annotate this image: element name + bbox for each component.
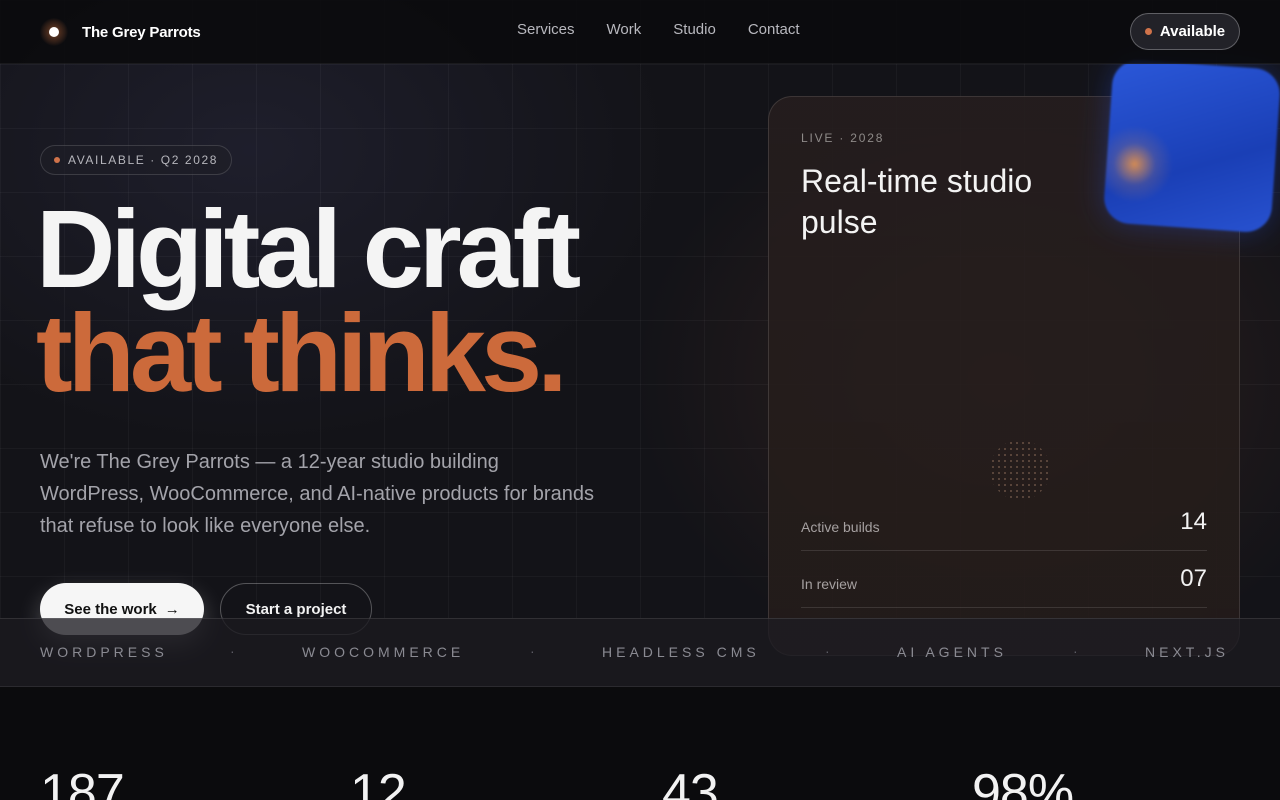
- tech-item: NEXT.JS: [1145, 644, 1230, 660]
- start-project-label: Start a project: [245, 600, 347, 618]
- availability-badge-label: AVAILABLE · Q2 2028: [68, 153, 219, 167]
- nav-link-studio[interactable]: Studio: [673, 21, 716, 38]
- see-the-work-label: See the work: [64, 600, 157, 618]
- arrow-right-icon: →: [164, 600, 180, 618]
- tech-separator: ·: [530, 643, 535, 659]
- card-title: Real-time studio pulse: [801, 163, 1033, 240]
- stat-label: Active builds: [801, 519, 880, 535]
- availability-label: Available: [1159, 23, 1226, 40]
- stat-number: 12: [350, 764, 407, 800]
- tech-separator: ·: [1073, 643, 1078, 659]
- tech-separator: ·: [230, 643, 235, 659]
- blue-blob-decoration: [1102, 58, 1280, 234]
- stat-row-active-builds: Active builds 14: [801, 495, 1207, 551]
- availability-button[interactable]: Available: [1130, 13, 1240, 50]
- tech-item: AI AGENTS: [897, 644, 1007, 660]
- stats-section: 187 12 43 98%: [0, 687, 1280, 800]
- tech-item: WORDPRESS: [40, 644, 168, 660]
- nav-link-contact[interactable]: Contact: [748, 21, 800, 38]
- tech-separator: ·: [825, 643, 830, 659]
- nav-links: Services Work Studio Contact: [517, 21, 800, 38]
- stat-value: 07: [1180, 565, 1207, 592]
- brand-name: The Grey Parrots: [82, 23, 201, 41]
- hero-description: We're The Grey Parrots — a 12-year studi…: [40, 451, 594, 537]
- status-dot-icon: [1144, 28, 1152, 35]
- particle-decoration: [990, 440, 1050, 500]
- stat-number: 43: [662, 764, 719, 800]
- stat-value: 14: [1180, 508, 1207, 535]
- top-navigation: The Grey Parrots Services Work Studio Co…: [0, 0, 1280, 64]
- tech-item: WOOCOMMERCE: [302, 644, 465, 660]
- stat-row-in-review: In review 07: [801, 552, 1207, 608]
- hero-headline: Digital craft that thinks.: [36, 188, 581, 415]
- tech-marquee: WORDPRESS · WOOCOMMERCE · HEADLESS CMS ·…: [0, 618, 1280, 687]
- status-dot-icon: [54, 157, 60, 163]
- nav-link-services[interactable]: Services: [517, 21, 575, 38]
- tech-item: HEADLESS CMS: [602, 644, 760, 660]
- stat-label: In review: [801, 576, 858, 592]
- nav-link-work[interactable]: Work: [607, 21, 642, 38]
- card-tag: LIVE · 2028: [801, 131, 885, 145]
- stat-number: 187: [40, 764, 125, 800]
- brand-logo[interactable]: The Grey Parrots: [40, 18, 201, 46]
- logo-mark-icon: [40, 18, 68, 46]
- headline-line-1: Digital craft: [36, 188, 581, 311]
- availability-badge: AVAILABLE · Q2 2028: [40, 145, 233, 175]
- headline-line-2: that thinks.: [36, 292, 568, 415]
- stat-number: 98%: [972, 764, 1074, 800]
